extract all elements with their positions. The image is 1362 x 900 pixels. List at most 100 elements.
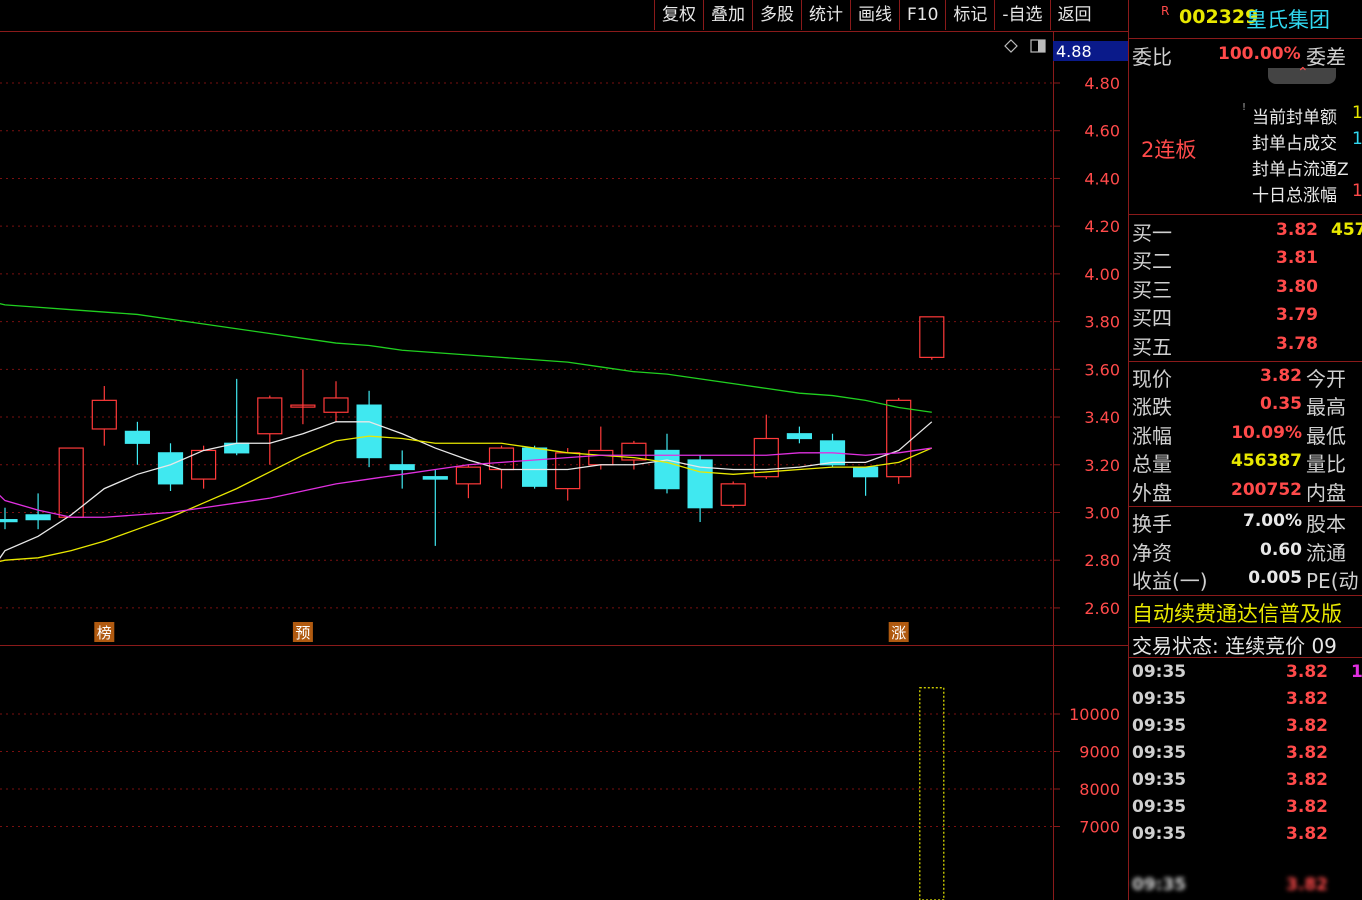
- limit-up-item-value: 1: [1352, 181, 1362, 201]
- fundamental-value: 0.60: [1260, 540, 1302, 560]
- stock-name: 皇氏集团: [1246, 8, 1330, 32]
- toolbar-back-button[interactable]: 返回: [1049, 0, 1099, 30]
- toolbar-overlay-button[interactable]: 叠加: [703, 0, 752, 30]
- volume-axis-label: 10000: [1069, 705, 1120, 724]
- toolbar-remove-watchlist-button[interactable]: -自选: [994, 0, 1049, 30]
- candle-body[interactable]: [58, 447, 84, 518]
- bid-row[interactable]: 买一 3.82 457: [1128, 217, 1362, 245]
- ticker-ad-link[interactable]: 自动续费通达信普及版: [1132, 598, 1342, 628]
- toolbar-f10-button[interactable]: F10: [899, 0, 945, 30]
- toolbar-restore-rights-button[interactable]: 复权: [654, 0, 703, 30]
- tick-row: 09:35 3.82 1: [1128, 660, 1362, 688]
- divider: [1128, 214, 1362, 215]
- toolbar-multi-stock-button[interactable]: 多股: [752, 0, 801, 30]
- tick-price: 3.82: [1286, 797, 1328, 817]
- quote-panel: R 002329 皇氏集团 委比 100.00% 委差 ⌃ 2连板 ! 当前封单…: [1128, 0, 1362, 900]
- toolbar-draw-line-button[interactable]: 画线: [850, 0, 899, 30]
- bid-label: 买三: [1132, 278, 1172, 302]
- limit-up-item: 封单占流通Z: [1252, 160, 1349, 180]
- fundamental-value: 7.00%: [1243, 511, 1302, 531]
- tick-time: 09:35: [1132, 716, 1187, 736]
- candle-body[interactable]: [323, 397, 349, 413]
- candle-body[interactable]: [124, 430, 151, 444]
- bid-row[interactable]: 买四 3.79: [1128, 302, 1362, 330]
- quote-value: 0.35: [1260, 394, 1302, 414]
- candle-body[interactable]: [786, 433, 813, 440]
- fundamental-label2: 股本: [1306, 512, 1346, 536]
- candle-body[interactable]: [25, 514, 51, 521]
- tick-price: 3.82: [1286, 824, 1328, 844]
- fundamental-label2: PE(动: [1306, 569, 1359, 593]
- price-axis-label: 4.60: [1084, 122, 1120, 141]
- price-axis-label: 4.80: [1084, 74, 1120, 93]
- candle-body[interactable]: [720, 483, 746, 506]
- candle-body[interactable]: [852, 466, 879, 478]
- tick-row: 09:35 3.82: [1128, 741, 1362, 769]
- tick-row: 09:35 3.82: [1128, 687, 1362, 715]
- price-axis-label: 3.80: [1084, 313, 1120, 332]
- bid-row[interactable]: 买三 3.80: [1128, 274, 1362, 302]
- quote-row: 总量 456387 量比: [1128, 448, 1362, 476]
- limit-up-item: 十日总涨幅: [1252, 186, 1337, 206]
- tick-price: 3.82: [1286, 875, 1328, 895]
- tick-price: 3.82: [1286, 662, 1328, 682]
- collapse-tab[interactable]: ⌃: [1268, 65, 1336, 84]
- price-axis-label: 4.20: [1084, 217, 1120, 236]
- tick-time: 09:35: [1132, 797, 1187, 817]
- divider: [1128, 595, 1362, 596]
- volume-bar[interactable]: [919, 687, 945, 900]
- tick-price: 3.82: [1286, 716, 1328, 736]
- price-cursor-value: 4.88: [1056, 42, 1092, 61]
- tick-row: 09:35 3.82: [1128, 714, 1362, 742]
- divider: [1128, 657, 1362, 658]
- quote-label2: 最高: [1306, 395, 1346, 419]
- price-axis-label: 3.40: [1084, 408, 1120, 427]
- quote-label2: 最低: [1306, 424, 1346, 448]
- candle-body[interactable]: [389, 464, 415, 471]
- candle-body[interactable]: [91, 399, 117, 430]
- moving-average-line: [0, 303, 932, 413]
- candle-body[interactable]: [422, 476, 448, 480]
- weibi-label: 委比: [1132, 45, 1172, 69]
- quote-value: 456387: [1231, 451, 1302, 471]
- fundamental-label: 收益(一): [1132, 569, 1208, 593]
- fundamental-row: 收益(一) 0.005 PE(动: [1128, 565, 1362, 593]
- candle-body[interactable]: [654, 449, 680, 490]
- exclaim-icon: !: [1242, 102, 1247, 113]
- candle-body[interactable]: [0, 519, 18, 523]
- candle-body[interactable]: [455, 466, 481, 485]
- candle-body[interactable]: [488, 447, 515, 471]
- bid-row[interactable]: 买二 3.81: [1128, 245, 1362, 273]
- moving-average-line: [0, 435, 933, 563]
- toolbar-statistics-button[interactable]: 统计: [801, 0, 850, 30]
- quote-label2: 今开: [1306, 367, 1346, 391]
- tick-row: 09:35 3.82: [1128, 849, 1362, 900]
- candle-body[interactable]: [521, 447, 548, 487]
- quote-row: 外盘 200752 内盘: [1128, 477, 1362, 505]
- bid-price: 3.80: [1276, 277, 1318, 297]
- quote-label: 现价: [1132, 367, 1172, 391]
- volume-axis-label: 8000: [1079, 780, 1120, 799]
- candle-body[interactable]: [257, 397, 283, 435]
- limit-up-item-value: 1: [1352, 103, 1362, 123]
- divider: [1128, 38, 1362, 39]
- candle-body[interactable]: [919, 316, 945, 358]
- quote-label2: 内盘: [1306, 481, 1346, 505]
- toolbar-mark-button[interactable]: 标记: [945, 0, 994, 30]
- bid-label: 买二: [1132, 249, 1172, 273]
- bid-row[interactable]: 买五 3.78: [1128, 331, 1362, 359]
- trade-status: 交易状态: 连续竞价 09: [1132, 634, 1337, 658]
- bid-price: 3.79: [1276, 305, 1318, 325]
- diamond-icon[interactable]: [1004, 39, 1018, 53]
- candle-body[interactable]: [588, 449, 614, 466]
- price-axis-label: 4.40: [1084, 169, 1120, 188]
- panel-toggle-icon-fill: [1038, 40, 1045, 52]
- tick-price: 3.82: [1286, 689, 1328, 709]
- tick-time: 09:35: [1132, 770, 1187, 790]
- bid-label: 买五: [1132, 335, 1172, 359]
- weibi-value: 100.00%: [1218, 44, 1301, 64]
- price-axis-label: 3.60: [1084, 360, 1120, 379]
- bid-label: 买四: [1132, 306, 1172, 330]
- candle-body[interactable]: [356, 404, 382, 459]
- candle-body[interactable]: [157, 452, 184, 485]
